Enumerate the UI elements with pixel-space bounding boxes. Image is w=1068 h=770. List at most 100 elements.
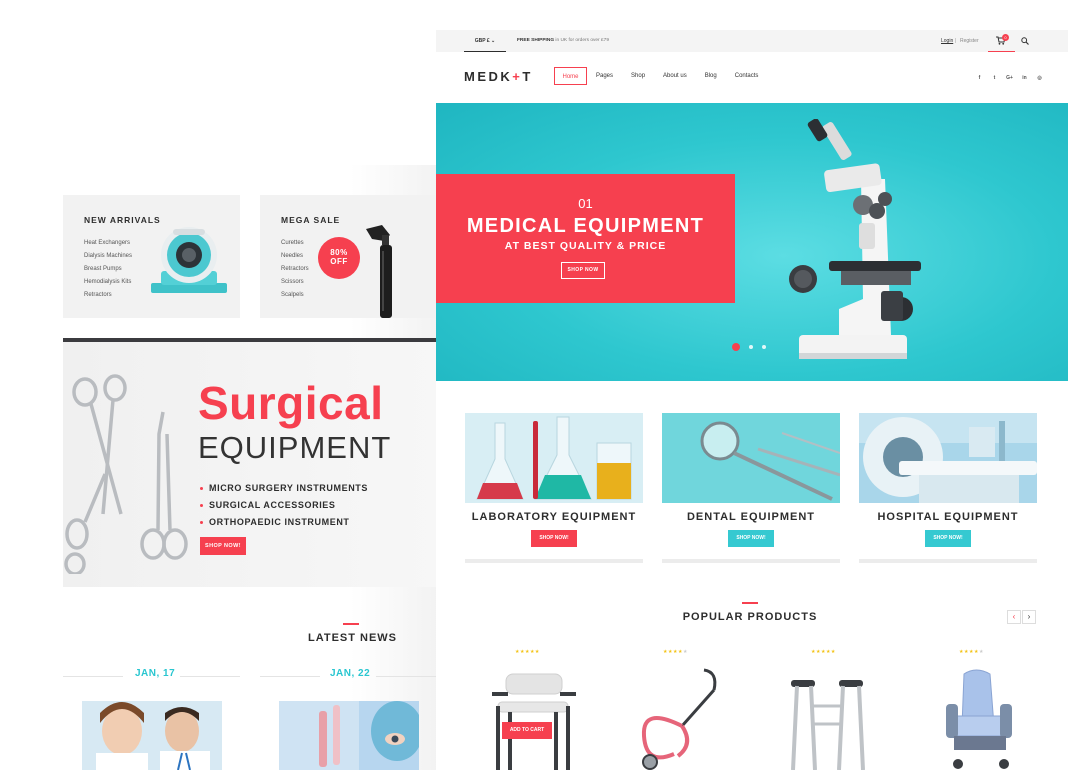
mega-sale-item[interactable]: Retractors [281, 263, 309, 276]
mega-sale-card[interactable]: MEGA SALE Curettes Needles Retractors Sc… [260, 195, 440, 318]
hero-subtitle: AT BEST QUALITY & PRICE [504, 240, 667, 252]
google-plus-icon[interactable]: G+ [1006, 75, 1013, 81]
hero-shop-now-button[interactable]: SHOP NOW [561, 262, 605, 279]
register-link[interactable]: Register [960, 30, 979, 52]
category-shop-now-button[interactable]: SHOP NOW! [531, 530, 577, 547]
bullet-icon [200, 521, 203, 525]
mega-sale-item[interactable]: Scalpels [281, 289, 309, 302]
linkedin-icon[interactable]: in [1021, 75, 1028, 81]
card-shadow [662, 559, 840, 563]
popular-accent-line [742, 602, 758, 604]
news-thumbnail-lab[interactable] [279, 701, 419, 770]
logo-cross-icon: + [512, 69, 523, 84]
nav-item-contacts[interactable]: Contacts [726, 67, 768, 85]
mega-sale-item[interactable]: Scissors [281, 276, 309, 289]
logo-text: T [522, 69, 533, 84]
slider-dot[interactable] [749, 345, 753, 349]
surgical-list-item[interactable]: ORTHOPAEDIC INSTRUMENT [200, 514, 368, 531]
divider [376, 676, 436, 677]
hero-slide-number: 01 [578, 196, 593, 211]
new-arrivals-item[interactable]: Dialysis Machines [84, 250, 132, 263]
laboratory-image [465, 413, 643, 503]
surgical-list-item[interactable]: MICRO SURGERY INSTRUMENTS [200, 480, 368, 497]
new-arrivals-item[interactable]: Hemodialysis Kits [84, 276, 132, 289]
category-label: DENTAL EQUIPMENT [686, 511, 816, 523]
mega-sale-item[interactable]: Needles [281, 250, 309, 263]
surgical-list-label: ORTHOPAEDIC INSTRUMENT [209, 517, 350, 527]
category-shop-now-button[interactable]: SHOP NOW! [925, 530, 971, 547]
star-empty-icon: ★ [682, 649, 688, 655]
category-card-dental[interactable]: DENTAL EQUIPMENT SHOP NOW! [662, 413, 840, 563]
slider-dot-active[interactable] [732, 343, 740, 351]
bullet-icon [200, 504, 203, 508]
news-accent-line [343, 623, 359, 625]
surgical-title: Surgical [198, 377, 384, 429]
product-rating: ★★★★★ [663, 649, 688, 655]
hospital-image [859, 413, 1037, 503]
news-thumbnail-doctors[interactable] [82, 701, 222, 770]
separator: | [955, 38, 957, 44]
new-arrivals-item[interactable]: Retractors [84, 289, 132, 302]
product-recliner-chair-image[interactable] [932, 666, 1032, 770]
sale-badge: 80% OFF [318, 237, 360, 279]
surgical-equipment-banner[interactable]: Surgical EQUIPMENT MICRO SURGERY INSTRUM… [63, 338, 440, 587]
search-icon[interactable] [1021, 37, 1029, 45]
currency-selector[interactable]: GBP £ ⌄ [464, 30, 506, 52]
ct-scanner-image [859, 413, 1037, 503]
nav-item-blog[interactable]: Blog [696, 67, 726, 85]
top-bar: GBP £ ⌄ FREE SHIPPING in UK for orders o… [436, 30, 1068, 52]
category-card-hospital[interactable]: HOSPITAL EQUIPMENT SHOP NOW! [859, 413, 1037, 563]
news-date: JAN, 22 [330, 668, 371, 679]
login-link[interactable]: Login [941, 30, 953, 52]
surgical-scissors-image [64, 374, 188, 574]
lab-flasks-image [465, 413, 643, 503]
add-to-cart-button[interactable]: ADD TO CART [502, 722, 552, 739]
hero-slider: 01 MEDICAL EQUIPMENT AT BEST QUALITY & P… [436, 103, 1068, 381]
new-arrivals-item[interactable]: Heat Exchangers [84, 237, 132, 250]
main-page-preview: GBP £ ⌄ FREE SHIPPING in UK for orders o… [436, 30, 1068, 770]
product-walker-image[interactable] [781, 666, 881, 770]
lab-photo-image [279, 701, 419, 770]
twitter-icon[interactable]: t [991, 75, 998, 81]
dribbble-icon[interactable]: ◎ [1036, 75, 1043, 81]
category-label: HOSPITAL EQUIPMENT [877, 511, 1019, 523]
sale-badge-off: OFF [330, 257, 348, 266]
divider [63, 676, 123, 677]
divider [180, 676, 240, 677]
sale-badge-percent: 80% [330, 248, 348, 257]
card-shadow [465, 559, 643, 563]
new-arrivals-item[interactable]: Breast Pumps [84, 263, 132, 276]
otoscope-image [366, 225, 392, 318]
hero-caption-box: 01 MEDICAL EQUIPMENT AT BEST QUALITY & P… [436, 174, 735, 303]
slider-dot[interactable] [762, 345, 766, 349]
product-shower-chair-image[interactable] [486, 666, 586, 770]
product-rating: ★★★★★ [515, 649, 540, 655]
category-card-laboratory[interactable]: LABORATORY EQUIPMENT SHOP NOW! [465, 413, 643, 563]
nav-item-shop[interactable]: Shop [622, 67, 654, 85]
new-arrivals-card[interactable]: NEW ARRIVALS Heat Exchangers Dialysis Ma… [63, 195, 240, 318]
hero-title: MEDICAL EQUIPMENT [466, 215, 705, 237]
doctors-photo-image [82, 701, 222, 770]
category-shop-now-button[interactable]: SHOP NOW! [728, 530, 774, 547]
nav-item-about[interactable]: About us [654, 67, 696, 85]
carousel-next-button[interactable]: › [1022, 610, 1036, 624]
surgical-shop-now-button[interactable]: SHOP NOW! [200, 537, 246, 555]
shipping-rest: in UK for orders over £79 [554, 38, 609, 43]
star-empty-icon: ★ [978, 649, 984, 655]
site-logo[interactable]: MEDK+T [464, 69, 533, 84]
facebook-icon[interactable]: f [976, 75, 983, 81]
divider [260, 676, 320, 677]
star-icon: ★★★★ [959, 649, 979, 655]
dental-image [662, 413, 840, 503]
nav-item-home[interactable]: Home [554, 67, 587, 85]
carousel-prev-button[interactable]: ‹ [1007, 610, 1021, 624]
surgical-list-item[interactable]: SURGICAL ACCESSORIES [200, 497, 368, 514]
currency-label: GBP £ [474, 38, 490, 44]
product-stethoscope-image[interactable] [632, 666, 732, 770]
mega-sale-title: MEGA SALE [281, 215, 341, 225]
new-arrivals-list: Heat Exchangers Dialysis Machines Breast… [84, 237, 132, 302]
cart-button[interactable]: 0 [988, 30, 1015, 52]
product-rating: ★★★★★ [811, 649, 836, 655]
nav-item-pages[interactable]: Pages [587, 67, 622, 85]
mega-sale-item[interactable]: Curettes [281, 237, 309, 250]
